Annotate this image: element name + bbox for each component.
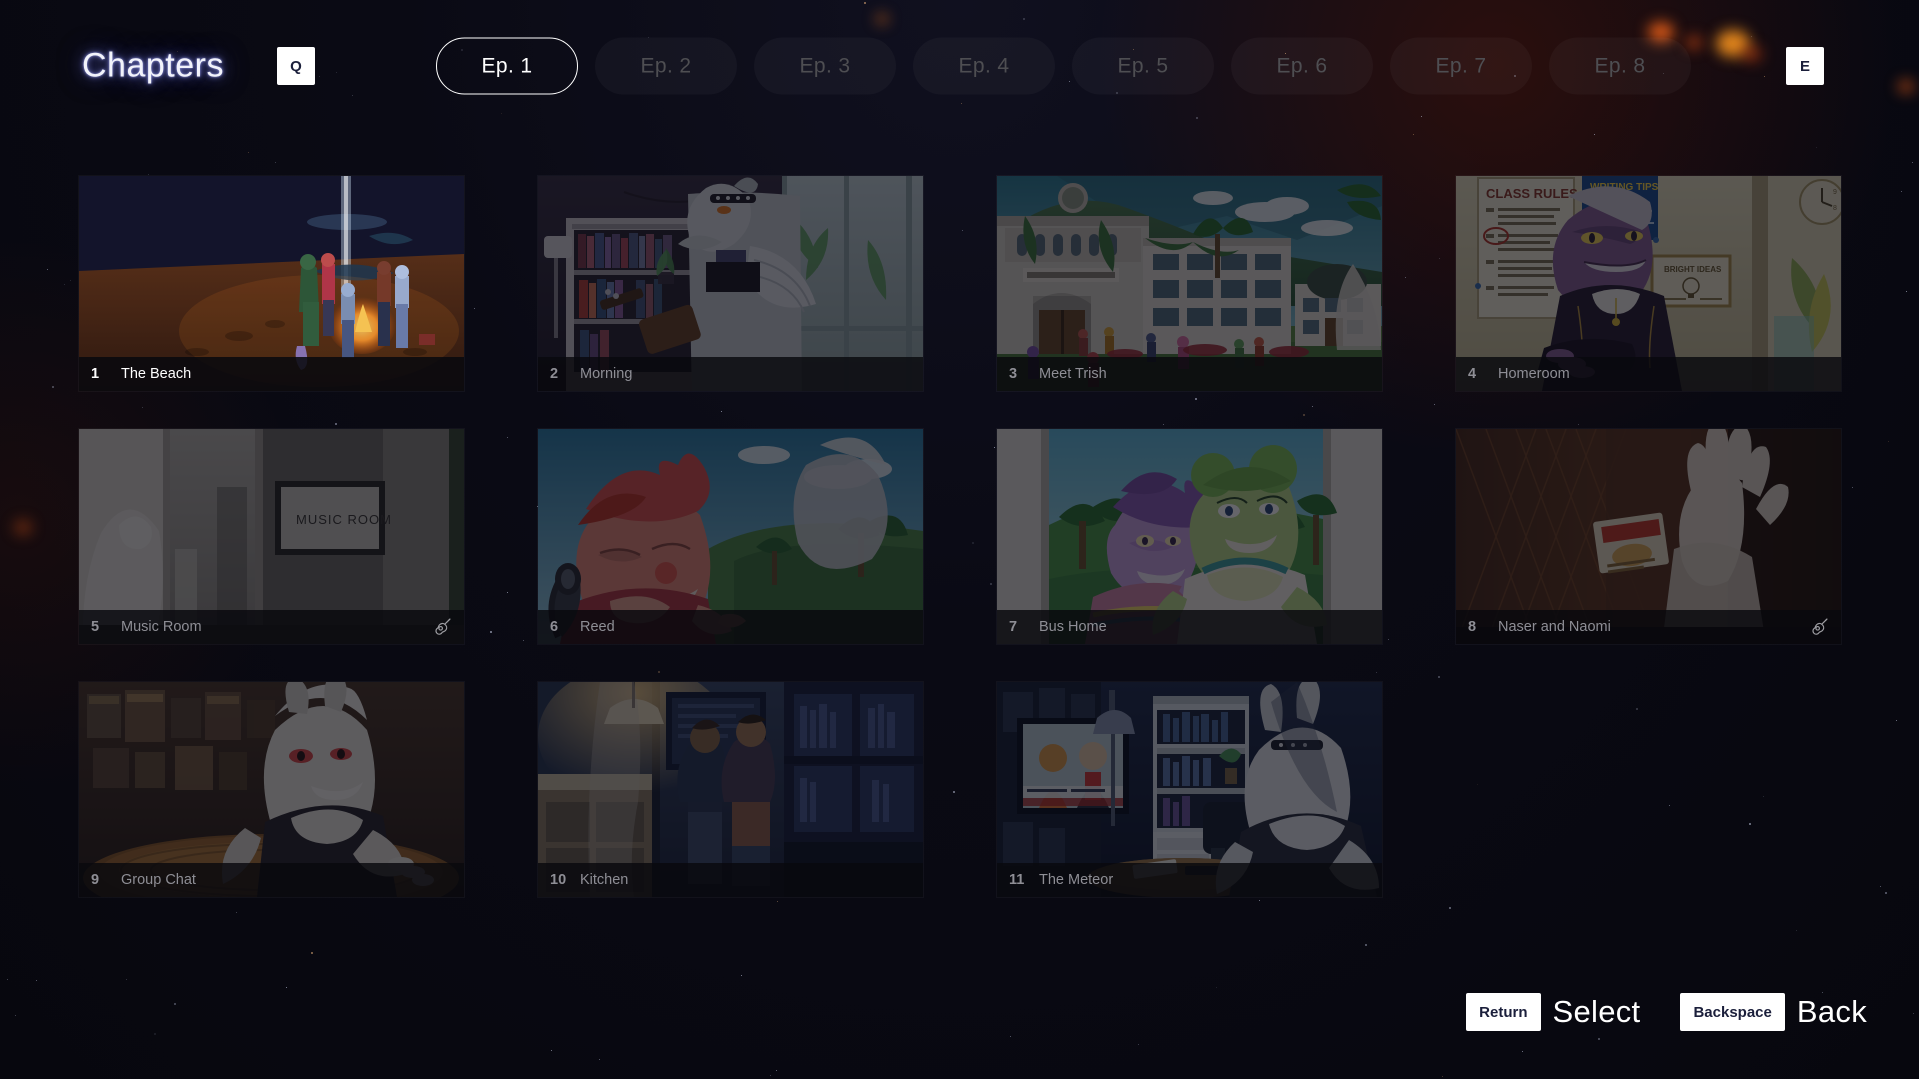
chapter-label-bar: 5 Music Room [79,610,464,644]
prev-episode-key[interactable]: Q [277,47,315,85]
chapter-number: 5 [91,619,100,635]
chapter-label-bar: 11 The Meteor [997,863,1382,897]
chapter-label-bar: 6 Reed [538,610,923,644]
chapter-slot-empty [1456,682,1841,897]
chapter-number: 1 [91,366,100,382]
chapter-card[interactable]: 3 Meet Trish [997,176,1382,391]
chapter-title: Reed [580,619,615,635]
chapter-title: The Meteor [1039,872,1114,888]
tab-label: Ep. 8 [1594,54,1646,77]
tab-episode-6[interactable]: Ep. 6 [1231,38,1373,95]
chapter-select-screen: Chapters Q Ep. 1 Ep. 2 Ep. 3 Ep. 4 Ep. 5 Ep. … [0,0,1919,1079]
page-title: Chapters [82,46,224,85]
chapter-title: Morning [580,366,633,382]
chapter-label-bar: 9 Group Chat [79,863,464,897]
chapter-title: The Beach [121,366,192,382]
chapter-card[interactable]: 6 Reed [538,429,923,644]
header-bar: Chapters Q Ep. 1 Ep. 2 Ep. 3 Ep. 4 Ep. 5 Ep. … [0,37,1919,95]
chapter-card[interactable]: 9 Group Chat [79,682,464,897]
svg-text:CLASS RULES: CLASS RULES [1486,186,1578,201]
chapter-title: Kitchen [580,872,629,888]
chapter-card[interactable]: 10 Kitchen [538,682,923,897]
tab-episode-8[interactable]: Ep. 8 [1549,38,1691,95]
tab-episode-3[interactable]: Ep. 3 [754,38,896,95]
footer-prompt-back: Backspace Back [1680,993,1867,1031]
tab-episode-4[interactable]: Ep. 4 [913,38,1055,95]
chapter-label-bar: 2 Morning [538,357,923,391]
chapter-title: Bus Home [1039,619,1107,635]
tab-episode-7[interactable]: Ep. 7 [1390,38,1532,95]
prompt-action-label: Back [1796,994,1867,1029]
key-badge[interactable]: Return [1466,993,1541,1031]
svg-text:BRIGHT IDEAS: BRIGHT IDEAS [1664,265,1722,274]
chapter-number: 6 [550,619,559,635]
tab-label: Ep. 7 [1435,54,1487,77]
tab-label: Ep. 3 [799,54,851,77]
chapter-label-bar: 3 Meet Trish [997,357,1382,391]
chapter-number: 4 [1468,366,1477,382]
chapter-card[interactable]: CLASS RULES WRITING TIPS STEPS [1456,176,1841,391]
chapter-number: 2 [550,366,559,382]
chapter-number: 8 [1468,619,1477,635]
chapter-title: Music Room [121,619,202,635]
tab-label: Ep. 6 [1276,54,1328,77]
chapter-label-bar: 8 Naser and Naomi [1456,610,1841,644]
svg-text:8: 8 [1833,205,1837,212]
chapter-label-bar: 7 Bus Home [997,610,1382,644]
chapter-number: 7 [1009,619,1018,635]
chapter-card[interactable]: 1 The Beach [79,176,464,391]
chapter-card[interactable]: 2 Morning [538,176,923,391]
chapter-title: Group Chat [121,872,196,888]
tab-episode-2[interactable]: Ep. 2 [595,38,737,95]
guitar-icon [432,617,452,637]
svg-text:MUSIC ROOM: MUSIC ROOM [296,512,392,527]
chapter-card[interactable]: 11 The Meteor [997,682,1382,897]
tab-label: Ep. 1 [481,54,533,77]
footer-prompt-select: Return Select [1466,993,1640,1031]
chapter-card[interactable]: 8 Naser and Naomi [1456,429,1841,644]
tab-label: Ep. 4 [958,54,1010,77]
episode-tabs: Ep. 1 Ep. 2 Ep. 3 Ep. 4 Ep. 5 Ep. 6 Ep. 7 Ep. 8 [436,37,1691,95]
chapter-label-bar: 1 The Beach [79,357,464,391]
chapter-number: 3 [1009,366,1018,382]
chapter-label-bar: 10 Kitchen [538,863,923,897]
tab-episode-5[interactable]: Ep. 5 [1072,38,1214,95]
key-badge[interactable]: Backspace [1680,993,1785,1031]
guitar-icon [1809,617,1829,637]
chapter-number: 9 [91,872,100,888]
chapter-card[interactable]: 7 Bus Home [997,429,1382,644]
chapter-label-bar: 4 Homeroom [1456,357,1841,391]
chapter-title: Naser and Naomi [1498,619,1611,635]
chapter-grid: 1 The Beach 2 Morning 3 Meet Trish CLASS… [79,176,1844,897]
tab-label: Ep. 2 [640,54,692,77]
footer-prompts: Return Select Backspace Back [1466,993,1867,1031]
chapter-title: Meet Trish [1039,366,1107,382]
tab-episode-1[interactable]: Ep. 1 [436,37,578,95]
tab-label: Ep. 5 [1117,54,1169,77]
next-episode-key[interactable]: E [1786,47,1824,85]
chapter-number: 10 [550,872,567,888]
chapter-number: 11 [1009,872,1025,888]
chapter-title: Homeroom [1498,366,1570,382]
prompt-action-label: Select [1552,994,1641,1029]
svg-text:9: 9 [1833,189,1837,196]
chapter-card[interactable]: MUSIC ROOM 5 Music Room [79,429,464,644]
